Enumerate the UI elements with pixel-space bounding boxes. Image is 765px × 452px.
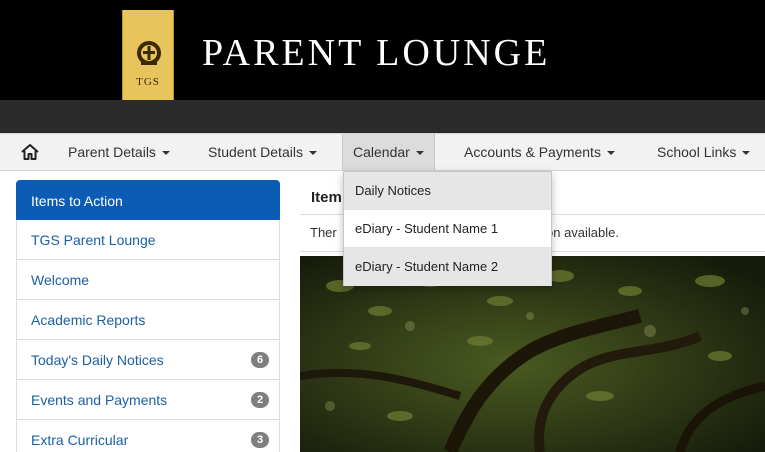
caret-down-icon (415, 151, 424, 156)
sidebar-item-label: TGS Parent Lounge (31, 232, 156, 248)
page-title: Item (311, 189, 342, 206)
nav-calendar[interactable]: Calendar (342, 134, 435, 170)
sidebar-item-welcome[interactable]: Welcome (16, 260, 280, 300)
crest-label: TGS (136, 76, 160, 88)
header-strip (0, 100, 765, 133)
sidebar-menu: Items to Action TGS Parent Lounge Welcom… (16, 180, 280, 452)
menu-item-ediary-student-2[interactable]: eDiary - Student Name 2 (344, 248, 551, 286)
nav-school-links[interactable]: School Links (657, 134, 751, 170)
sidebar-item-extra-curricular[interactable]: Extra Curricular 3 (16, 420, 280, 452)
caret-down-icon (308, 151, 317, 156)
main-navbar: Parent Details Student Details Calendar … (0, 133, 765, 171)
nav-accounts-payments-label: Accounts & Payments (464, 144, 601, 160)
sidebar-item-label: Today's Daily Notices (31, 352, 164, 368)
nav-parent-details-label: Parent Details (68, 144, 156, 160)
count-badge: 2 (251, 392, 269, 408)
calendar-dropdown-menu: Daily Notices eDiary - Student Name 1 eD… (343, 171, 552, 286)
home-icon[interactable] (20, 143, 40, 164)
caret-down-icon (161, 151, 170, 156)
nav-accounts-payments[interactable]: Accounts & Payments (464, 134, 615, 170)
nav-calendar-label: Calendar (353, 144, 410, 160)
sidebar-item-label: Events and Payments (31, 392, 168, 408)
nav-student-details[interactable]: Student Details (208, 134, 317, 170)
sidebar-item-daily-notices[interactable]: Today's Daily Notices 6 (16, 340, 280, 380)
caret-down-icon (606, 151, 615, 156)
sidebar-item-events-payments[interactable]: Events and Payments 2 (16, 380, 280, 420)
sidebar-item-academic-reports[interactable]: Academic Reports (16, 300, 280, 340)
menu-item-ediary-student-1[interactable]: eDiary - Student Name 1 (344, 210, 551, 248)
nav-parent-details[interactable]: Parent Details (68, 134, 170, 170)
caret-down-icon (742, 151, 751, 156)
sidebar-item-label: Extra Curricular (31, 432, 129, 448)
sidebar-item-label: Items to Action (31, 193, 123, 209)
school-crest-logo[interactable]: TGS (122, 10, 174, 100)
sidebar-item-label: Academic Reports (31, 312, 146, 328)
sidebar-item-items-to-action[interactable]: Items to Action (16, 180, 280, 220)
info-message-start: Ther (310, 225, 337, 240)
info-message-end: on available. (546, 225, 619, 240)
nav-student-details-label: Student Details (208, 144, 303, 160)
site-header: TGS PARENT LOUNGE (0, 0, 765, 100)
site-title: PARENT LOUNGE (202, 32, 551, 74)
crest-emblem-icon (137, 41, 161, 65)
nav-school-links-label: School Links (657, 144, 737, 160)
count-badge: 3 (251, 432, 269, 448)
menu-item-daily-notices[interactable]: Daily Notices (344, 172, 551, 210)
sidebar-item-label: Welcome (31, 272, 90, 288)
sidebar-item-tgs-parent-lounge[interactable]: TGS Parent Lounge (16, 220, 280, 260)
count-badge: 6 (251, 352, 269, 368)
